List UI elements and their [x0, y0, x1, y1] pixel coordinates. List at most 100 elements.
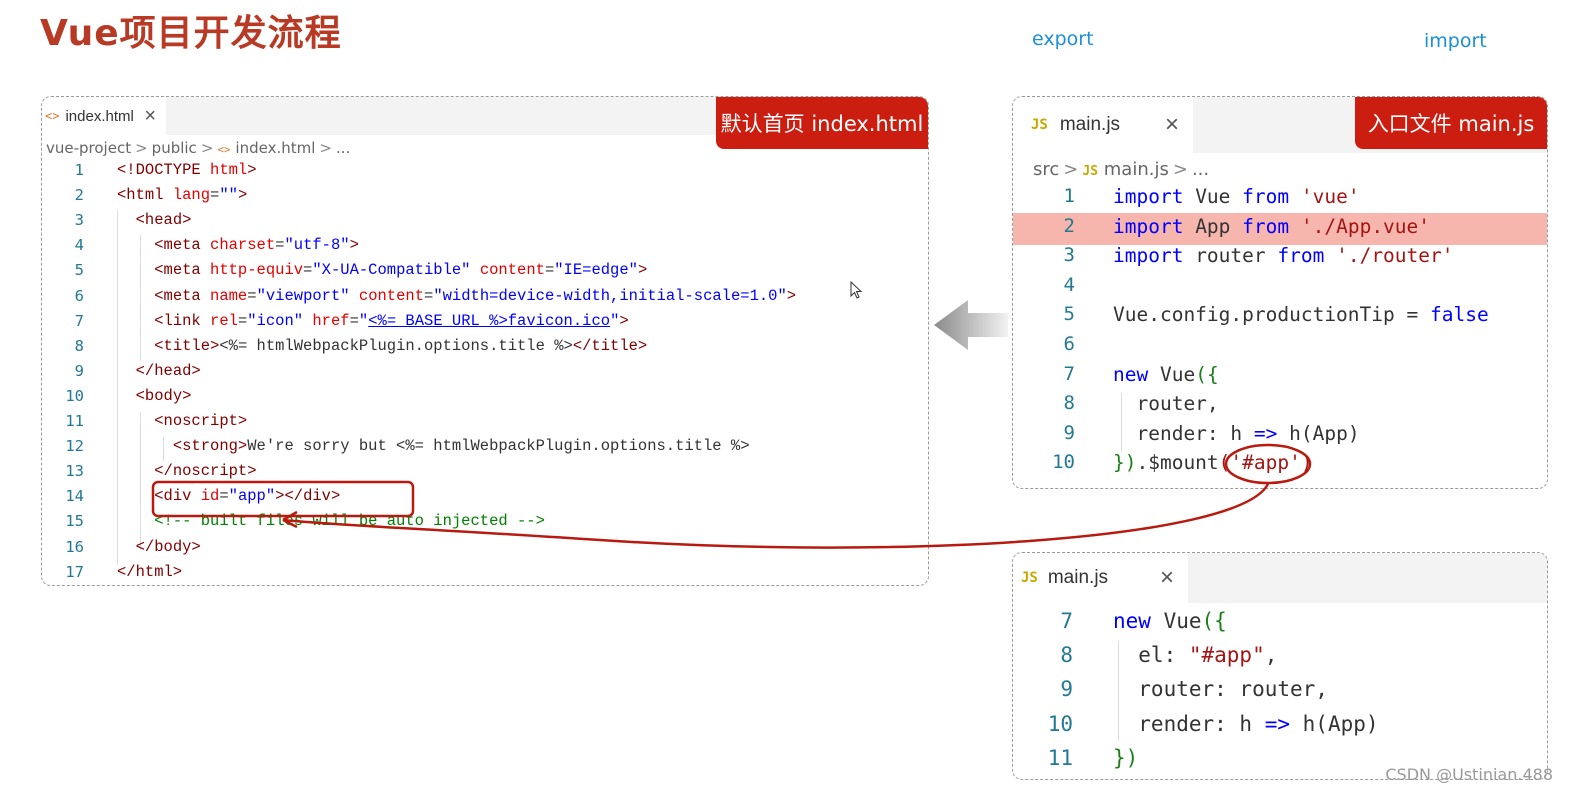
code-text: render: h => h(App)	[1113, 711, 1379, 736]
code-text: <noscript>	[154, 412, 248, 430]
line-number: 5	[1063, 303, 1075, 326]
line-number: 7	[74, 311, 84, 330]
line-number: 3	[1063, 244, 1075, 267]
code-text: <!DOCTYPE html>	[117, 161, 257, 179]
line-number: 2	[1063, 214, 1075, 237]
code-text: <body>	[135, 386, 192, 405]
js-file-icon: JS	[1021, 570, 1038, 586]
line-number: 10	[65, 386, 84, 405]
code-text: <html lang="">	[117, 186, 248, 205]
code-line: 10 render: h => h(App)	[1013, 712, 1547, 744]
code-line: 15 <!-- built files will be auto injecte…	[42, 512, 928, 536]
code-line: 7 <link rel="icon" href="<%= BASE_URL %>…	[42, 312, 928, 336]
watermark: CSDN @Ustinian.488	[1385, 765, 1553, 784]
code-line: 7 new Vue({	[1013, 609, 1547, 641]
import-label: import	[1424, 30, 1487, 52]
line-number: 4	[74, 236, 84, 255]
default-homepage-badge: 默认首页 index.html	[716, 97, 928, 149]
code-text: <meta name="viewport" content="width=dev…	[154, 286, 797, 305]
code-line: 6 <meta name="viewport" content="width=d…	[42, 287, 928, 311]
html-file-icon: <>	[45, 109, 60, 123]
code-line: 5 Vue.config.productionTip = false	[1013, 303, 1547, 331]
line-number: 3	[74, 211, 84, 230]
tab-index-html[interactable]: <> index.html ×	[42, 97, 166, 135]
line-number: 9	[74, 361, 84, 380]
breadcrumb: src > JS main.js >...	[1033, 159, 1210, 180]
code-line: 5 <meta http-equiv="X-UA-Compatible" con…	[42, 261, 928, 285]
line-number: 8	[1060, 643, 1073, 668]
code-line: 14 <div id="app"></div>	[42, 487, 928, 511]
line-number: 9	[1060, 677, 1073, 702]
line-number: 11	[65, 412, 84, 430]
code-text: <!-- built files will be auto injected -…	[154, 512, 545, 531]
code-line: 2 import App from './App.vue'	[1013, 215, 1547, 243]
export-label: export	[1032, 28, 1094, 50]
code-text: })	[1113, 745, 1139, 770]
code-text: <strong>We're sorry but <%= htmlWebpackP…	[172, 437, 750, 456]
main-js-alt-editor: JS main.js × 7 new Vue({8 el: "#app", 9 ro…	[1012, 552, 1548, 780]
code-text: <link rel="icon" href="<%= BASE_URL %>fa…	[154, 311, 629, 330]
code-line: 7 new Vue({	[1013, 363, 1547, 391]
code-line: 1 import Vue from 'vue'	[1013, 185, 1547, 213]
line-number: 10	[1047, 711, 1073, 736]
line-number: 4	[1063, 273, 1075, 296]
line-number: 7	[1063, 362, 1075, 385]
line-number: 1	[1063, 185, 1075, 207]
tab-main-js[interactable]: JS main.js ×	[1013, 553, 1188, 603]
code-line: 13 </noscript>	[42, 462, 928, 486]
code-text: <div id="app"></div>	[154, 487, 341, 506]
code-text: </body>	[135, 537, 201, 556]
code-line: 3 <head>	[42, 211, 928, 235]
line-number: 14	[65, 487, 84, 506]
line-number: 9	[1063, 421, 1075, 444]
code-text: new Vue({	[1113, 362, 1219, 386]
code-line: 9 router: router,	[1013, 677, 1547, 709]
line-number: 16	[65, 537, 84, 556]
mouse-cursor-icon	[850, 280, 863, 299]
code-line: 12 <strong>We're sorry but <%= htmlWebpa…	[42, 437, 928, 461]
page-title: Vue项目开发流程	[40, 13, 342, 54]
code-line: 8 router,	[1013, 392, 1547, 420]
line-number: 12	[65, 437, 84, 456]
close-icon[interactable]: ×	[144, 105, 156, 128]
code-text: import App from './App.vue'	[1113, 214, 1431, 238]
entry-file-badge: 入口文件 main.js	[1355, 97, 1547, 149]
code-line: 3 import router from './router'	[1013, 244, 1547, 272]
code-line: 17 </html>	[42, 562, 928, 585]
line-number: 17	[65, 562, 84, 581]
breadcrumb: vue-project > public > <> index.html >...	[46, 139, 351, 157]
js-file-icon: JS	[1082, 164, 1099, 179]
code-line: 9 render: h => h(App)	[1013, 422, 1547, 450]
code-line: 6	[1013, 333, 1547, 361]
line-number: 2	[74, 186, 84, 205]
code-text: new Vue({	[1113, 609, 1227, 633]
code-line: 10}).$mount('#app')	[1013, 451, 1547, 479]
tab-label: index.html	[65, 107, 134, 125]
code-line: 16 </body>	[42, 538, 928, 562]
code-text: el: "#app",	[1113, 643, 1278, 668]
close-icon[interactable]: ×	[1165, 111, 1179, 139]
code-text: <head>	[135, 211, 192, 230]
close-icon[interactable]: ×	[1160, 564, 1174, 592]
left-arrow-icon	[934, 298, 1008, 352]
code-text: import Vue from 'vue'	[1113, 185, 1360, 208]
code-line: 4 <meta charset="utf-8">	[42, 236, 928, 260]
js-file-icon: JS	[1031, 117, 1048, 133]
line-number: 1	[74, 161, 84, 179]
line-number: 8	[1063, 392, 1075, 415]
code-line: 10 <body>	[42, 387, 928, 411]
code-text: <meta charset="utf-8">	[154, 236, 359, 255]
line-number: 8	[74, 336, 84, 355]
line-number: 15	[65, 512, 84, 531]
code-line: 11 <noscript>	[42, 412, 928, 436]
code-line: 4	[1013, 274, 1547, 302]
index-html-editor: <> index.html × 默认首页 index.html vue-proj…	[41, 96, 929, 586]
line-number: 6	[74, 286, 84, 305]
code-line: 2 <html lang="">	[42, 186, 928, 210]
line-number: 10	[1052, 451, 1075, 474]
line-number: 13	[65, 462, 84, 481]
code-text: </html>	[117, 562, 183, 581]
code-line: 8 <title><%= htmlWebpackPlugin.options.t…	[42, 337, 928, 361]
code-line: 9 </head>	[42, 362, 928, 386]
tab-main-js[interactable]: JS main.js ×	[1013, 97, 1193, 153]
